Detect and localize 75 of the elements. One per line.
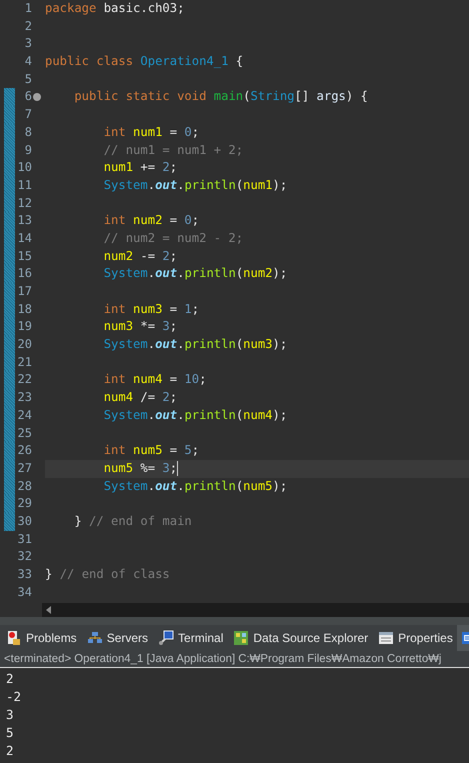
line-number: 28 [16, 478, 32, 495]
code-line: System.out.println(num5); [102, 478, 288, 495]
line-number: 18 [16, 300, 32, 318]
console-output-line: 5 [6, 724, 15, 742]
code-line: num5 %= 3; [102, 460, 178, 477]
line-number: 11 [16, 176, 32, 194]
line-number: 23 [16, 389, 32, 406]
line-number: 16 [16, 265, 32, 282]
line-number: 32 [16, 548, 32, 566]
code-line: num4 /= 2; [102, 389, 178, 406]
line-number: 15 [16, 248, 32, 265]
console-output-line: 3 [6, 706, 15, 724]
code-line: package basic.ch03; [45, 0, 184, 17]
line-number: 25 [16, 424, 32, 442]
code-line: System.out.println(num3); [102, 336, 288, 354]
horizontal-scrollbar[interactable] [42, 603, 469, 617]
clipboard-icon [6, 630, 22, 646]
line-number: 5 [24, 70, 32, 88]
line-number: 3 [24, 35, 32, 52]
code-line: System.out.println(num4); [102, 406, 288, 424]
line-number: 30 [16, 512, 32, 530]
code-line: int num1 = 0; [102, 124, 200, 141]
code-line: int num4 = 10; [102, 371, 206, 388]
code-line: System.out.println(num2); [102, 265, 288, 282]
line-number: 7 [24, 106, 32, 124]
view-tab[interactable]: Terminal [152, 625, 228, 651]
line-number: 4 [24, 53, 32, 70]
line-number: 10 [16, 159, 32, 176]
code-line: // num2 = num2 - 2; [102, 230, 244, 247]
grid-icon [233, 630, 250, 646]
code-line: // num1 = num1 + 2; [102, 142, 244, 158]
line-number: 17 [16, 283, 32, 300]
console-output-line: 2 [6, 742, 15, 760]
line-number: 26 [16, 442, 32, 460]
line-number: 29 [16, 495, 32, 512]
console-status: <terminated> Operation4_1 [Java Application] C:₩Program Files₩Amazon Corretto₩j [0, 651, 469, 668]
view-tab[interactable]: Data Source Explorer [227, 625, 372, 651]
network-icon [86, 630, 103, 646]
line-number: 21 [16, 354, 32, 371]
line-number: 14 [16, 230, 32, 247]
code-line: int num3 = 1; [102, 300, 200, 318]
line-number: 27 [16, 460, 32, 477]
code-line: int num5 = 5; [102, 442, 200, 460]
line-number: 12 [16, 194, 32, 212]
line-number: 19 [16, 318, 32, 336]
table-icon [378, 630, 394, 646]
code-line: } // end of class [45, 566, 170, 583]
line-number: 34 [16, 584, 32, 601]
code-line: num1 += 2; [102, 159, 178, 176]
code-line: public static void main(String[] args) { [73, 88, 368, 106]
line-number: 20 [16, 336, 32, 354]
line-number: 13 [16, 212, 32, 230]
line-number: 22 [16, 371, 32, 388]
line-number: 8 [24, 124, 32, 141]
code-line: } // end of main [73, 512, 192, 530]
collapse-icon[interactable] [33, 93, 41, 102]
line-number: 1 [24, 0, 32, 17]
code-line: System.out.println(num1); [102, 176, 288, 194]
console-output-line: -2 [6, 688, 22, 706]
view-tab[interactable]: Properties [372, 625, 457, 651]
console-output-line: 2 [6, 670, 15, 688]
line-number: 6 [24, 88, 32, 106]
line-number: 24 [16, 406, 32, 424]
line-number: 9 [24, 142, 32, 158]
text-cursor [177, 461, 178, 476]
monitor-icon [158, 630, 174, 646]
code-line: num2 -= 2; [102, 248, 178, 265]
view-tab[interactable]: Servers [80, 625, 152, 651]
code-line: public class Operation4_1 { [45, 53, 244, 70]
view-tab[interactable]: Problems [0, 625, 81, 651]
code-line: num3 *= 3; [102, 318, 178, 336]
line-number: 33 [16, 566, 32, 583]
line-number: 31 [16, 530, 32, 548]
code-line: int num2 = 0; [102, 212, 200, 230]
line-number: 2 [24, 18, 32, 35]
